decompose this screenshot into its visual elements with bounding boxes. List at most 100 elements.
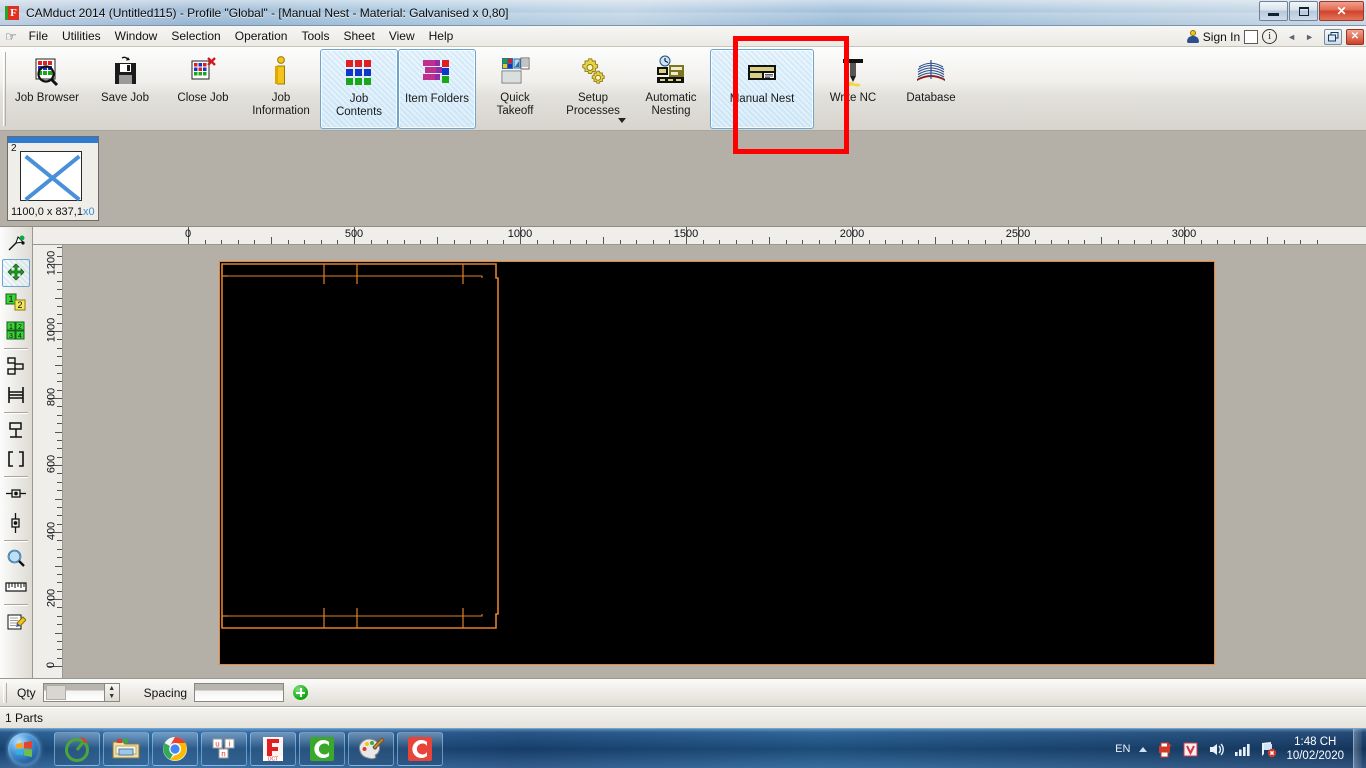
tray-volume-icon[interactable]	[1208, 741, 1225, 758]
ruler-tick	[57, 339, 62, 341]
move-part-tool-button[interactable]	[2, 259, 30, 287]
chevron-down-icon[interactable]	[618, 118, 626, 123]
menu-item-help[interactable]: Help	[422, 27, 461, 45]
taskbar-item-camduct-green[interactable]	[54, 731, 100, 766]
tray-language[interactable]: EN	[1115, 743, 1130, 755]
item-folders-button[interactable]: Item Folders	[398, 49, 476, 129]
svg-text:i: i	[229, 739, 231, 748]
close-job-button[interactable]: Close Job	[164, 49, 242, 129]
show-desktop-button[interactable]	[1353, 729, 1362, 768]
qty-stepper[interactable]: ▲ ▼	[42, 683, 120, 702]
nesting-sheet[interactable]	[219, 261, 1215, 665]
ruler-tick	[968, 240, 970, 244]
zoom-tool-button[interactable]	[2, 544, 30, 572]
horizontal-ruler: 0 500 1000 1500 2000 2500 3000	[33, 227, 1366, 245]
toolbar-grip[interactable]	[0, 47, 8, 130]
menu-bar: ☞ File Utilities Window Selection Operat…	[0, 26, 1366, 47]
align-parts-tool-button[interactable]	[2, 352, 30, 380]
manual-nest-label: Manual Nest	[729, 93, 795, 105]
tray-printer-icon[interactable]	[1156, 741, 1173, 758]
ruler-tick	[669, 240, 671, 244]
taskbar-item-unikey[interactable]: u i n	[201, 731, 247, 766]
job-information-button[interactable]: Job Information	[242, 49, 320, 129]
vertical-fit-tool-button[interactable]	[2, 509, 30, 537]
tray-unikey-v-icon[interactable]	[1182, 741, 1199, 758]
mdi-close-button[interactable]: ✕	[1346, 28, 1364, 45]
menu-item-file[interactable]: File	[22, 27, 55, 45]
menu-item-operation[interactable]: Operation	[228, 27, 295, 45]
mdi-restore-button[interactable]	[1324, 28, 1342, 45]
save-job-button[interactable]: Save Job	[86, 49, 164, 129]
menu-item-sheet[interactable]: Sheet	[336, 27, 381, 45]
annotate-tool-button[interactable]	[2, 608, 30, 636]
renumber-two-parts-tool-button[interactable]: 1 2	[2, 288, 30, 316]
select-arrow-tool-button[interactable]	[2, 230, 30, 258]
ruler-tick	[370, 240, 372, 244]
ruler-tick	[57, 590, 62, 592]
close-button[interactable]: ✕	[1319, 1, 1364, 21]
ruler-tick	[57, 481, 62, 483]
setup-processes-button[interactable]: Setup Processes	[554, 49, 632, 129]
quick-takeoff-button[interactable]: Quick Takeoff	[476, 49, 554, 129]
qty-spin-down[interactable]: ▼	[105, 693, 119, 702]
sheet-thumbnail[interactable]: 2 1100,0 x 837,1x0	[7, 136, 99, 221]
mdi-next-button[interactable]: ►	[1305, 32, 1314, 42]
start-button[interactable]	[0, 730, 48, 768]
qty-input[interactable]	[43, 684, 104, 701]
ruler-tick	[57, 439, 62, 441]
sheet-number: 2	[11, 143, 17, 154]
taskbar-item-camduct[interactable]	[299, 731, 345, 766]
bounding-box-tool-button[interactable]	[2, 445, 30, 473]
spacing-input[interactable]	[194, 683, 285, 702]
ruler-tick	[603, 237, 604, 244]
toolbar-separator	[4, 604, 28, 605]
menu-item-tools[interactable]: Tools	[294, 27, 336, 45]
measure-tool-button[interactable]	[2, 573, 30, 601]
nested-part-outline[interactable]	[220, 262, 1216, 666]
taskbar-item-foxit[interactable]: DCT	[250, 731, 296, 766]
tray-network-icon[interactable]	[1234, 741, 1251, 758]
taskbar-item-camduct-red[interactable]	[397, 731, 443, 766]
sign-in-button[interactable]: Sign In	[1186, 30, 1240, 44]
taskbar-item-chrome[interactable]	[152, 731, 198, 766]
job-browser-button[interactable]: Job Browser	[8, 49, 86, 129]
mirror-part-tool-button[interactable]	[2, 381, 30, 409]
options-bar-grip[interactable]	[0, 682, 10, 704]
nesting-canvas[interactable]	[63, 245, 1366, 678]
ruler-tick	[636, 240, 638, 244]
database-label: Database	[906, 92, 956, 104]
menu-item-view[interactable]: View	[382, 27, 422, 45]
qty-spin-up[interactable]: ▲	[105, 684, 119, 693]
horizontal-fit-tool-button[interactable]	[2, 480, 30, 508]
job-contents-button[interactable]: Job Contents	[320, 49, 398, 129]
clock[interactable]: 1:48 CH 10/02/2020	[1286, 735, 1344, 763]
manual-nest-button[interactable]: Manual Nest	[710, 49, 814, 129]
ruler-tick	[55, 431, 62, 433]
ruler-label: 1000	[45, 317, 57, 343]
menu-item-window[interactable]: Window	[108, 27, 165, 45]
taskbar-item-explorer[interactable]	[103, 731, 149, 766]
empty-checkbox-icon[interactable]	[1244, 29, 1259, 44]
minimize-button[interactable]	[1259, 1, 1288, 21]
renumber-all-parts-tool-button[interactable]: 1 2 3 4	[2, 317, 30, 345]
add-green-plus-icon[interactable]	[293, 685, 309, 700]
menu-item-selection[interactable]: Selection	[164, 27, 227, 45]
mdi-prev-button[interactable]: ◄	[1287, 32, 1296, 42]
info-icon[interactable]: i	[1262, 29, 1278, 44]
quick-takeoff-icon	[498, 55, 532, 89]
svg-text:1: 1	[8, 294, 13, 304]
restore-button[interactable]	[1289, 1, 1318, 21]
sign-in-label: Sign In	[1202, 29, 1241, 44]
menu-item-utilities[interactable]: Utilities	[55, 27, 108, 45]
rotate-part-tool-button[interactable]	[2, 416, 30, 444]
ruler-tick	[1101, 237, 1102, 244]
caret-up-icon[interactable]	[1139, 746, 1148, 752]
tray-action-center-icon[interactable]	[1260, 741, 1277, 758]
ruler-label: 0	[45, 661, 57, 669]
automatic-nesting-button[interactable]: Automatic Nesting	[632, 49, 710, 129]
write-nc-button[interactable]: Write NC	[814, 49, 892, 129]
ruler-tick	[486, 240, 488, 244]
qty-spin-buttons[interactable]: ▲ ▼	[103, 684, 119, 702]
database-button[interactable]: Database	[892, 49, 970, 129]
taskbar-item-paint[interactable]	[348, 731, 394, 766]
